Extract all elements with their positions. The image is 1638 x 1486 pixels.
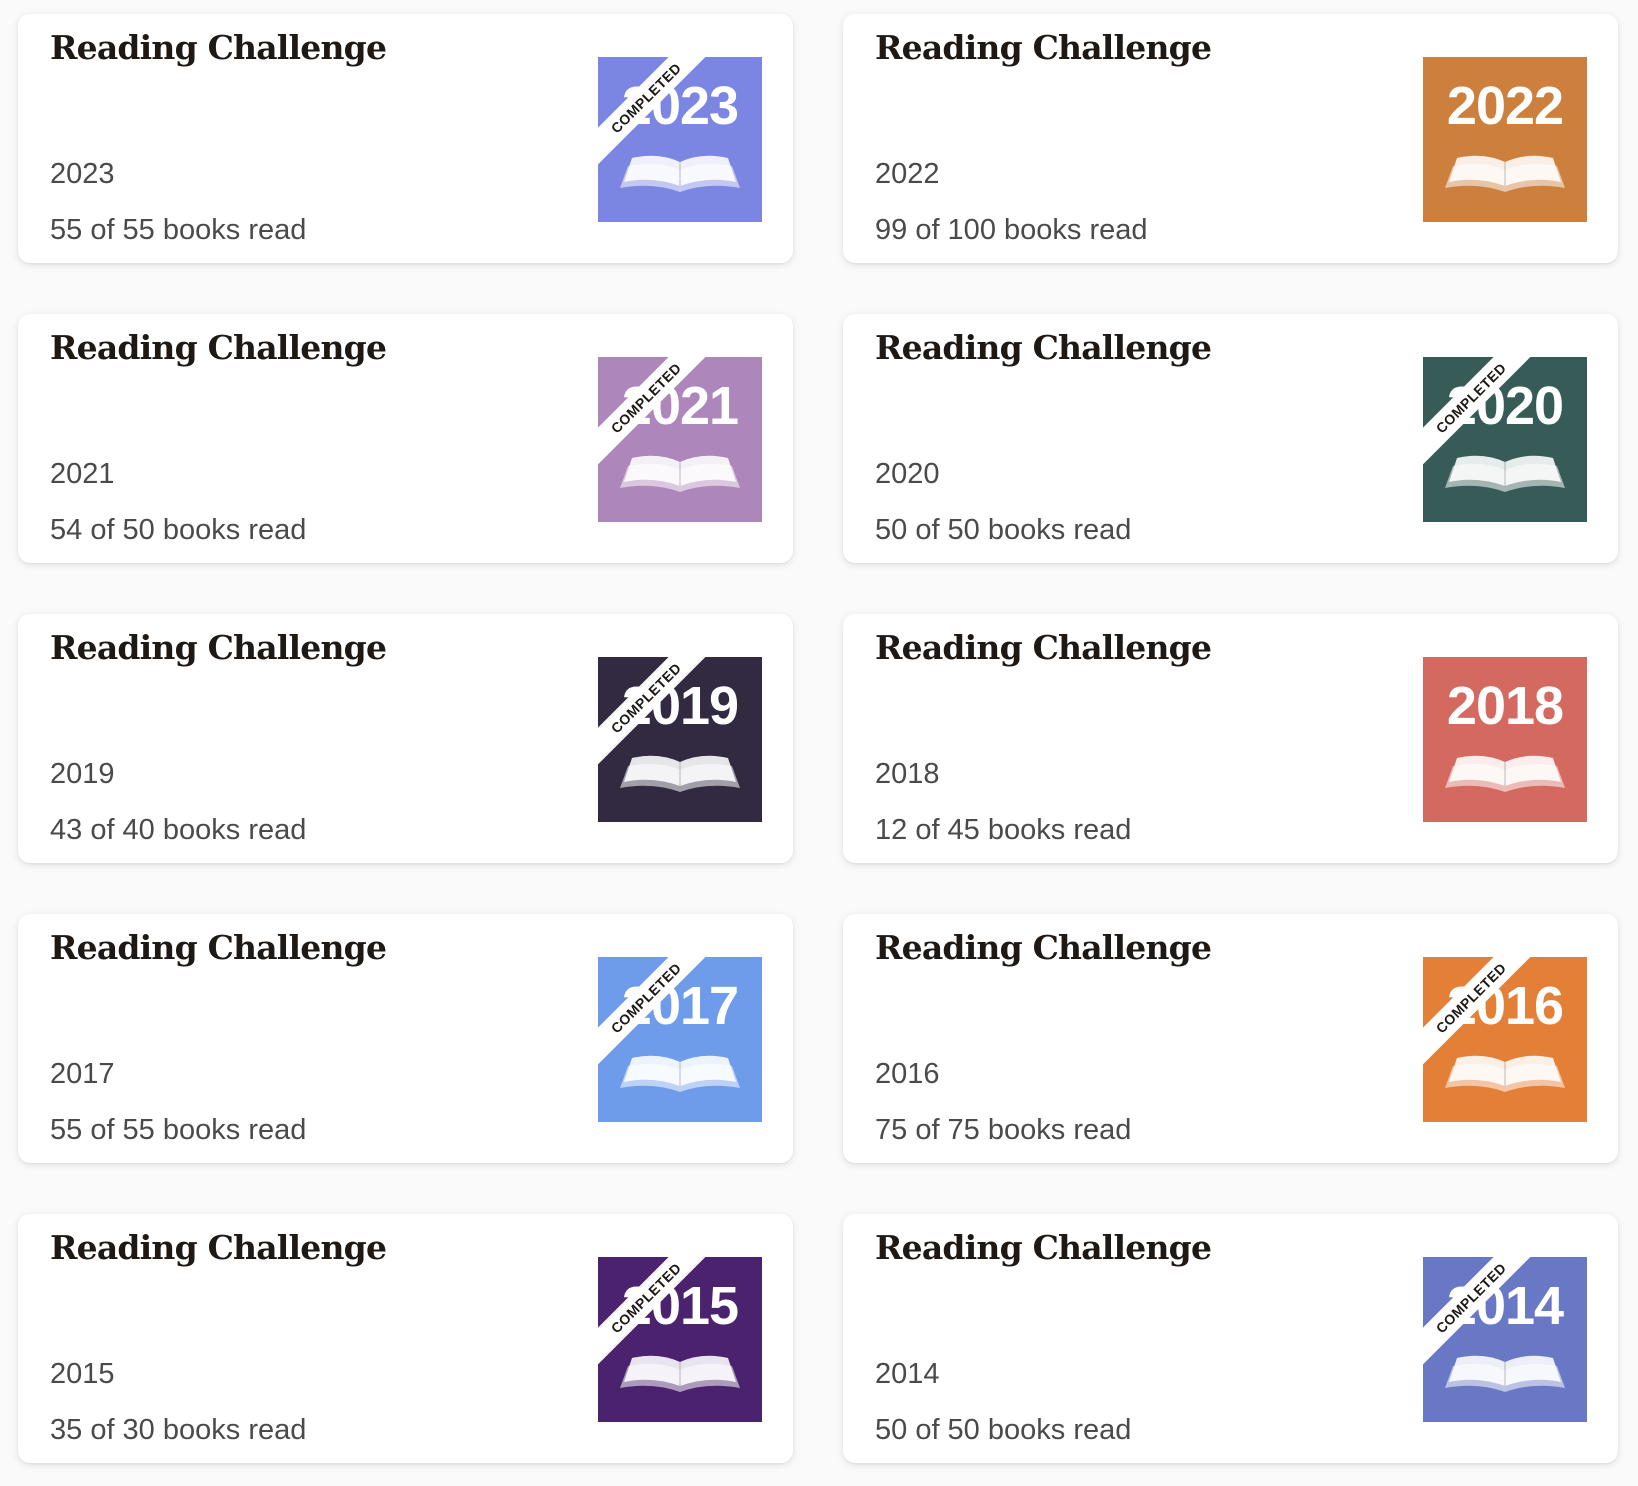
card-year: 2023 — [50, 158, 115, 190]
card-progress: 43 of 40 books read — [50, 814, 307, 846]
card-progress: 55 of 55 books read — [50, 1114, 307, 1146]
challenge-card[interactable]: Reading Challenge 2022 99 of 100 books r… — [843, 14, 1618, 263]
card-title: Reading Challenge — [875, 328, 1212, 367]
open-book-icon — [1445, 755, 1565, 792]
book-page-shape — [679, 1062, 681, 1086]
card-progress: 99 of 100 books read — [875, 214, 1148, 246]
challenge-card[interactable]: Reading Challenge 2023 55 of 55 books re… — [18, 14, 793, 263]
card-year: 2020 — [875, 458, 940, 490]
challenge-card[interactable]: Reading Challenge 2016 75 of 75 books re… — [843, 914, 1618, 1163]
challenge-badge[interactable]: 2023 COMPLETED — [598, 57, 762, 222]
card-progress: 12 of 45 books read — [875, 814, 1132, 846]
book-page-shape — [1504, 1362, 1506, 1386]
open-book-icon — [620, 455, 740, 492]
card-title: Reading Challenge — [875, 28, 1212, 67]
open-book-icon — [620, 1355, 740, 1392]
card-year: 2014 — [875, 1358, 940, 1390]
challenge-badge[interactable]: 2018 — [1423, 657, 1587, 822]
card-year: 2019 — [50, 758, 115, 790]
card-progress: 50 of 50 books read — [875, 514, 1132, 546]
book-page-shape — [1504, 762, 1506, 786]
open-book-icon — [620, 1055, 740, 1092]
challenge-card[interactable]: Reading Challenge 2021 54 of 50 books re… — [18, 314, 793, 563]
card-progress: 35 of 30 books read — [50, 1414, 307, 1446]
card-title: Reading Challenge — [875, 628, 1212, 667]
challenge-badge[interactable]: 2019 COMPLETED — [598, 657, 762, 822]
open-book-icon — [1445, 155, 1565, 192]
challenge-card[interactable]: Reading Challenge 2020 50 of 50 books re… — [843, 314, 1618, 563]
card-year: 2021 — [50, 458, 115, 490]
card-title: Reading Challenge — [50, 28, 387, 67]
reading-challenges-grid: Reading Challenge 2023 55 of 55 books re… — [0, 0, 1638, 1486]
card-year: 2016 — [875, 1058, 940, 1090]
card-year: 2018 — [875, 758, 940, 790]
open-book-icon — [1445, 1055, 1565, 1092]
book-page-shape — [679, 162, 681, 186]
challenge-card[interactable]: Reading Challenge 2017 55 of 55 books re… — [18, 914, 793, 1163]
challenge-card[interactable]: Reading Challenge 2018 12 of 45 books re… — [843, 614, 1618, 863]
card-year: 2015 — [50, 1358, 115, 1390]
card-title: Reading Challenge — [875, 928, 1212, 967]
open-book-icon — [1445, 455, 1565, 492]
open-book-icon — [620, 755, 740, 792]
challenge-card[interactable]: Reading Challenge 2015 35 of 30 books re… — [18, 1214, 793, 1463]
card-title: Reading Challenge — [50, 628, 387, 667]
challenge-card[interactable]: Reading Challenge 2019 43 of 40 books re… — [18, 614, 793, 863]
card-progress: 75 of 75 books read — [875, 1114, 1132, 1146]
card-title: Reading Challenge — [50, 928, 387, 967]
card-title: Reading Challenge — [50, 328, 387, 367]
book-page-shape — [1504, 462, 1506, 486]
open-book-icon — [620, 155, 740, 192]
book-page-shape — [679, 762, 681, 786]
card-year: 2022 — [875, 158, 940, 190]
challenge-badge[interactable]: 2021 COMPLETED — [598, 357, 762, 522]
card-progress: 55 of 55 books read — [50, 214, 307, 246]
challenge-badge[interactable]: 2022 — [1423, 57, 1587, 222]
challenge-card[interactable]: Reading Challenge 2014 50 of 50 books re… — [843, 1214, 1618, 1463]
book-page-shape — [679, 462, 681, 486]
card-title: Reading Challenge — [50, 1228, 387, 1267]
card-title: Reading Challenge — [875, 1228, 1212, 1267]
challenge-badge[interactable]: 2016 COMPLETED — [1423, 957, 1587, 1122]
book-page-shape — [1504, 162, 1506, 186]
card-year: 2017 — [50, 1058, 115, 1090]
badge-year: 2018 — [1446, 676, 1564, 736]
book-page-shape — [679, 1362, 681, 1386]
card-progress: 50 of 50 books read — [875, 1414, 1132, 1446]
book-page-shape — [1504, 1062, 1506, 1086]
open-book-icon — [1445, 1355, 1565, 1392]
challenge-badge[interactable]: 2015 COMPLETED — [598, 1257, 762, 1422]
challenge-badge[interactable]: 2020 COMPLETED — [1423, 357, 1587, 522]
card-progress: 54 of 50 books read — [50, 514, 307, 546]
badge-year: 2022 — [1446, 76, 1564, 136]
challenge-badge[interactable]: 2014 COMPLETED — [1423, 1257, 1587, 1422]
challenge-badge[interactable]: 2017 COMPLETED — [598, 957, 762, 1122]
